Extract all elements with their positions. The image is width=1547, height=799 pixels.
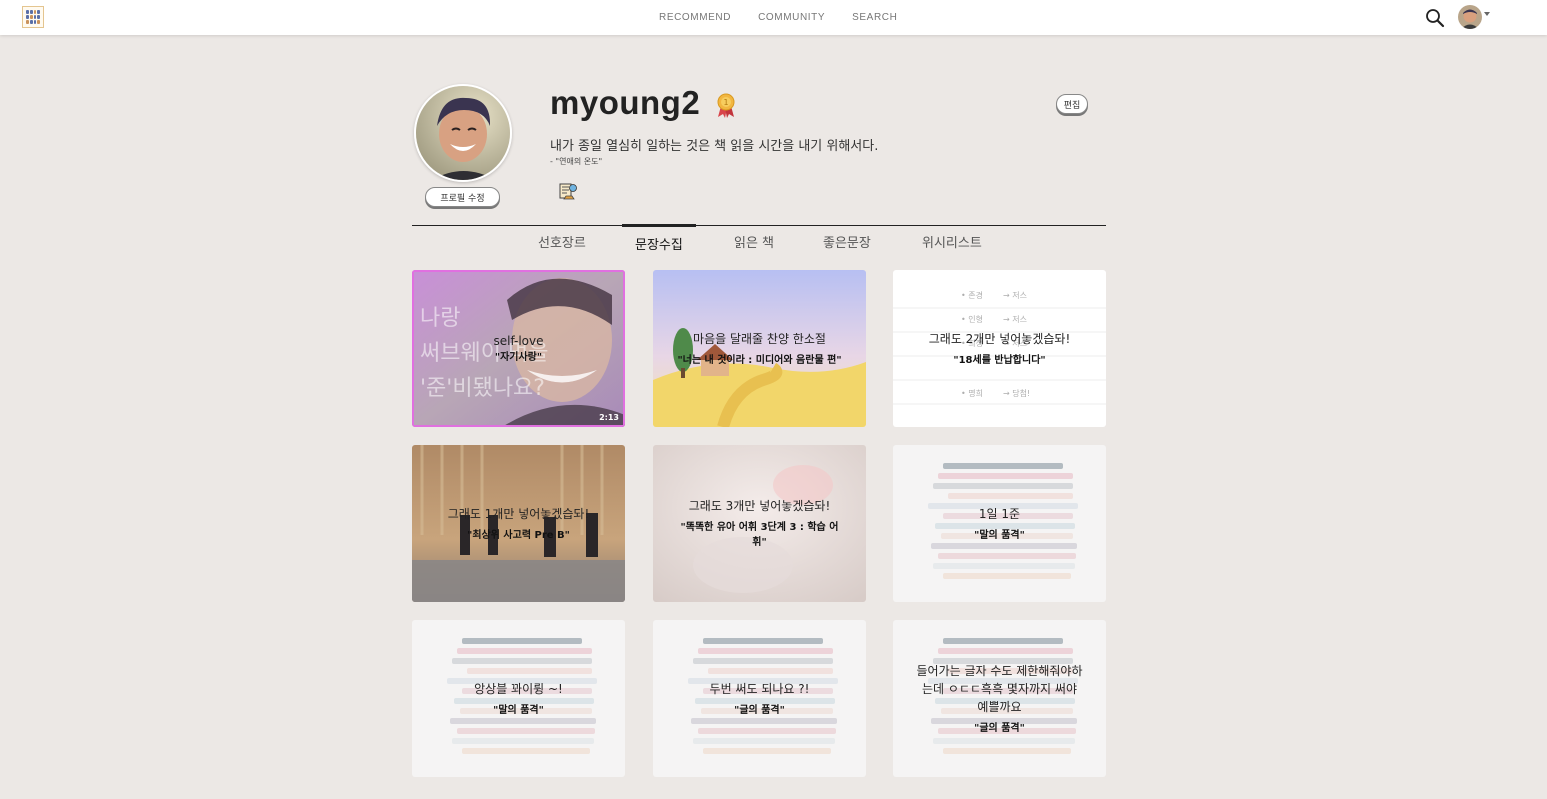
- sentence-card[interactable]: 나랑 써브웨이 먹을 '준'비됐나요? self-love "자기사랑" 2:1…: [412, 270, 625, 427]
- card-title: 두번 써도 되나요 ?!: [709, 681, 810, 696]
- card-book: "말의 품격": [974, 529, 1025, 541]
- video-duration: 2:13: [599, 413, 619, 422]
- card-book: "글의 품격": [734, 704, 785, 716]
- card-text: 마음을 달래줄 찬양 한소절 "너는 내 것이라 : 미디어와 음란물 편": [653, 270, 866, 427]
- card-title: 마음을 달래줄 찬양 한소절: [693, 331, 826, 346]
- nav-links: RECOMMEND COMMUNITY SEARCH: [659, 12, 897, 23]
- sentence-card[interactable]: 앙상블 꽈이륑 ~! "말의 품격": [412, 620, 625, 777]
- card-book: "말의 품격": [493, 704, 544, 716]
- tab-preferred-genre[interactable]: 선호장르: [538, 232, 586, 251]
- nav-community[interactable]: COMMUNITY: [758, 12, 825, 23]
- search-icon[interactable]: [1425, 8, 1445, 28]
- active-tab-indicator: [622, 224, 696, 227]
- sentence-card[interactable]: 그래도 1개만 넣어놓겠습돠! "최상위 사고력 Pre B": [412, 445, 625, 602]
- profile-avatar: [414, 84, 512, 182]
- card-book: "똑똑한 유아 어휘 3단계 3 : 학습 어휘": [680, 522, 839, 548]
- edit-profile-button[interactable]: 프로필 수정: [425, 187, 500, 207]
- quote-source: - "연애의 온도": [550, 157, 603, 166]
- tab-wishlist[interactable]: 위시리스트: [922, 232, 982, 251]
- sentence-card[interactable]: 그래도 3개만 넣어놓겠습돠! "똑똑한 유아 어휘 3단계 3 : 학습 어휘…: [653, 445, 866, 602]
- username: myoung2: [550, 84, 701, 121]
- tab-good-sentences[interactable]: 좋은문장: [823, 232, 871, 251]
- edit-button[interactable]: 편집: [1056, 94, 1088, 114]
- card-text: 두번 써도 되나요 ?! "글의 품격": [653, 620, 866, 777]
- medal-icon: 1: [717, 93, 735, 118]
- card-title: 1일 1준: [978, 506, 1021, 521]
- profile-quote: 내가 종일 열심히 일하는 것은 책 읽을 시간을 내기 위해서다.: [550, 139, 879, 154]
- sentence-card[interactable]: 두번 써도 되나요 ?! "글의 품격": [653, 620, 866, 777]
- sentence-card[interactable]: 들어가는 글자 수도 제한해줘야하는데 ㅇㄷㄷ흑흑 몇자까지 써야 예쁠까요 "…: [893, 620, 1106, 777]
- card-title: 들어가는 글자 수도 제한해줘야하는데 ㅇㄷㄷ흑흑 몇자까지 써야 예쁠까요: [916, 663, 1083, 714]
- card-text: self-love "자기사랑": [412, 270, 625, 427]
- card-text: 들어가는 글자 수도 제한해줘야하는데 ㅇㄷㄷ흑흑 몇자까지 써야 예쁠까요 "…: [893, 620, 1106, 777]
- card-text: 그래도 2개만 넣어놓겠습돠! "18세를 반납합니다": [893, 270, 1106, 427]
- card-title: 앙상블 꽈이륑 ~!: [474, 681, 563, 696]
- card-text: 앙상블 꽈이륑 ~! "말의 품격": [412, 620, 625, 777]
- reading-badge-icon: [559, 183, 577, 200]
- logo-icon[interactable]: [22, 6, 44, 28]
- card-book: "너는 내 것이라 : 미디어와 음란물 편": [677, 354, 842, 366]
- tab-read-books[interactable]: 읽은 책: [734, 232, 774, 251]
- sentence-card[interactable]: 마음을 달래줄 찬양 한소절 "너는 내 것이라 : 미디어와 음란물 편": [653, 270, 866, 427]
- svg-text:1: 1: [723, 98, 728, 107]
- user-avatar[interactable]: [1458, 5, 1482, 29]
- card-title: 그래도 1개만 넣어놓겠습돠!: [447, 506, 590, 521]
- tab-sentence-collection[interactable]: 문장수집: [635, 234, 683, 253]
- card-text: 그래도 1개만 넣어놓겠습돠! "최상위 사고력 Pre B": [412, 445, 625, 602]
- card-book: "18세를 반납합니다": [953, 354, 1046, 366]
- card-text: 1일 1준 "말의 품격": [893, 445, 1106, 602]
- card-title: self-love: [493, 334, 544, 348]
- top-nav: RECOMMEND COMMUNITY SEARCH: [0, 0, 1547, 35]
- chevron-down-icon[interactable]: [1484, 12, 1490, 16]
- tabs-divider: [412, 225, 1106, 226]
- card-title: 그래도 2개만 넣어놓겠습돠!: [928, 331, 1071, 346]
- sentence-card[interactable]: • 존경 → 저스 • 인형 → 저스 • 희정 → 저스 • 명희 → 당첨! 그래도…: [893, 270, 1106, 427]
- card-text: 그래도 3개만 넣어놓겠습돠! "똑똑한 유아 어휘 3단계 3 : 학습 어휘…: [653, 445, 866, 602]
- nav-search[interactable]: SEARCH: [852, 12, 897, 23]
- card-title: 그래도 3개만 넣어놓겠습돠!: [688, 499, 831, 513]
- card-book: "최상위 사고력 Pre B": [467, 529, 570, 541]
- card-book: "자기사랑": [494, 352, 543, 363]
- nav-recommend[interactable]: RECOMMEND: [659, 12, 731, 23]
- sentence-card[interactable]: 1일 1준 "말의 품격": [893, 445, 1106, 602]
- card-book: "글의 품격": [974, 722, 1025, 734]
